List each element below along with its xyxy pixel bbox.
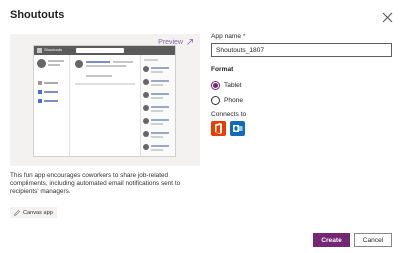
format-option-tablet[interactable]: Tablet: [211, 81, 242, 90]
dialog-title: Shoutouts: [10, 9, 65, 21]
office-365-icon: [211, 121, 226, 136]
app-type-tag: Canvas app: [10, 207, 57, 218]
radio-button[interactable]: [211, 96, 220, 105]
format-option-label: Phone: [224, 97, 244, 104]
outlook-icon: [230, 121, 245, 136]
cancel-button[interactable]: Cancel: [354, 233, 392, 247]
connects-to-label: Connects to: [211, 111, 247, 118]
app-name-label: App name *: [211, 33, 246, 40]
format-option-phone[interactable]: Phone: [211, 96, 243, 105]
preview-link[interactable]: Preview: [158, 38, 194, 46]
open-external-icon: [187, 39, 193, 45]
radio-button[interactable]: [211, 81, 220, 90]
app-description: This fun app encourages coworkers to sha…: [10, 172, 181, 196]
required-marker: *: [242, 33, 246, 40]
format-option-label: Tablet: [224, 82, 242, 89]
app-name-input[interactable]: Shoutouts_1807: [211, 43, 392, 57]
format-label: Format: [211, 66, 234, 73]
app-screenshot-thumbnail: Shoutouts: [34, 46, 175, 156]
pencil-icon: [14, 209, 20, 216]
app-preview-panel: Preview Shoutouts: [10, 34, 200, 166]
close-icon[interactable]: [381, 11, 394, 24]
create-button[interactable]: Create: [313, 233, 350, 247]
preview-link-label: Preview: [158, 38, 183, 46]
app-type-label: Canvas app: [23, 209, 53, 216]
